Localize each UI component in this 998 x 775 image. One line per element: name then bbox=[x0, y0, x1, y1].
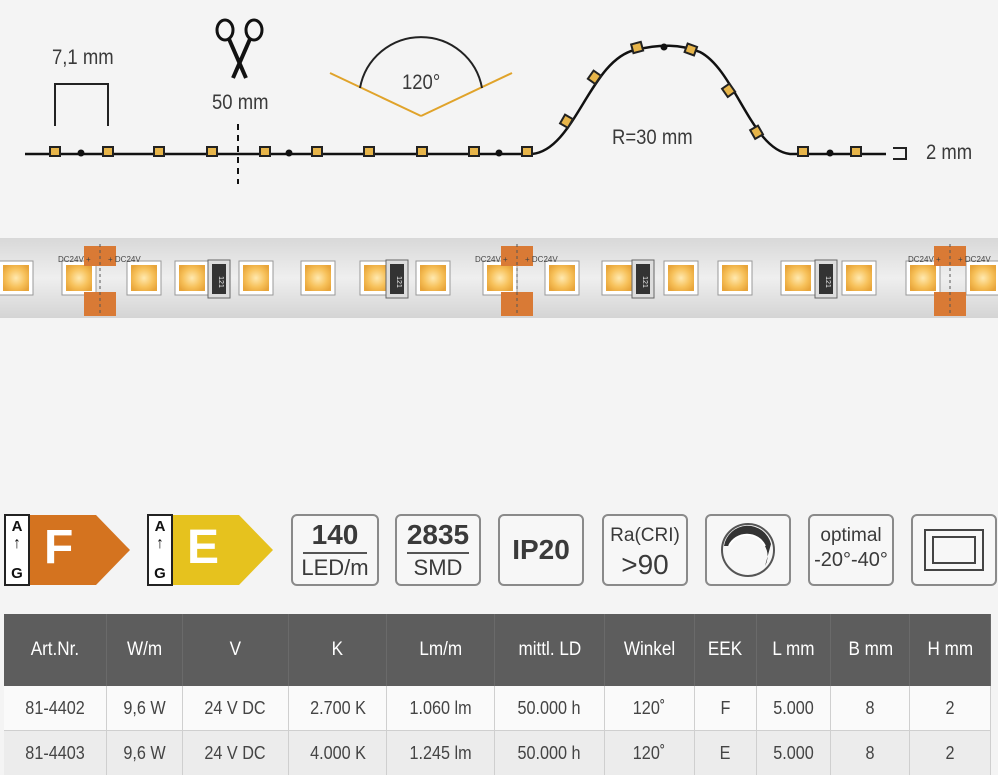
table-header: H mm bbox=[910, 614, 991, 686]
table-header: EEK bbox=[694, 614, 756, 686]
table-cell: 50.000 h bbox=[495, 686, 605, 731]
strip-diagram bbox=[0, 0, 998, 200]
led-emitter bbox=[668, 265, 694, 291]
led-emitter bbox=[3, 265, 29, 291]
table-cell: 9,6 W bbox=[107, 731, 182, 775]
led-strip-photo: 121 121 121 121 DC24V + + DC24V DC24V + + DC24V… bbox=[0, 238, 998, 318]
resistor-label: 121 bbox=[641, 276, 648, 288]
led-emitter bbox=[487, 265, 513, 291]
led-emitter bbox=[910, 265, 936, 291]
energy-class-e: E bbox=[187, 520, 219, 575]
led-emitter bbox=[243, 265, 269, 291]
angle-label: 120° bbox=[402, 71, 440, 95]
table-cell: 120˚ bbox=[604, 731, 694, 775]
table-cell: 2 bbox=[910, 731, 991, 775]
table-header: B mm bbox=[831, 614, 910, 686]
table-cell: 9,6 W bbox=[107, 686, 182, 731]
led-emitter bbox=[785, 265, 811, 291]
voltage-label: DC24V + bbox=[908, 255, 941, 264]
dimmable-badge bbox=[705, 514, 791, 586]
table-cell: 4.000 K bbox=[289, 731, 387, 775]
table-cell: 24 V DC bbox=[182, 731, 289, 775]
led-emitter bbox=[722, 265, 748, 291]
table-cell: 8 bbox=[831, 686, 910, 731]
voltage-label: + DC24V bbox=[958, 255, 991, 264]
energy-scale: A ↑ G bbox=[147, 514, 173, 586]
table-row: 81-4402 9,6 W 24 V DC 2.700 K 1.060 lm 5… bbox=[4, 686, 991, 731]
table-cell: 5.000 bbox=[756, 686, 831, 731]
table-cell: 2 bbox=[910, 686, 991, 731]
table-cell: 1.245 lm bbox=[386, 731, 494, 775]
voltage-label: DC24V + bbox=[58, 255, 91, 264]
table-header: mittl. LD bbox=[495, 614, 605, 686]
table-cell: 24 V DC bbox=[182, 686, 289, 731]
led-emitter bbox=[305, 265, 331, 291]
dimensions-badge bbox=[911, 514, 997, 586]
spec-table: Art.Nr. W/m V K Lm/m mittl. LD Winkel EE… bbox=[4, 614, 991, 775]
led-emitter bbox=[970, 265, 996, 291]
rectangle-icon bbox=[913, 516, 995, 584]
table-cell: 2.700 K bbox=[289, 686, 387, 731]
ip-rating-badge: IP20 bbox=[498, 514, 584, 586]
table-header-row: Art.Nr. W/m V K Lm/m mittl. LD Winkel EE… bbox=[4, 614, 991, 686]
table-header: Winkel bbox=[604, 614, 694, 686]
energy-class-f: F bbox=[44, 520, 73, 575]
led-emitter bbox=[606, 265, 632, 291]
resistor-label: 121 bbox=[217, 276, 224, 288]
table-header: W/m bbox=[107, 614, 182, 686]
table-cell: 120˚ bbox=[604, 686, 694, 731]
voltage-label: + DC24V bbox=[108, 255, 141, 264]
led-emitter bbox=[846, 265, 872, 291]
cut-label: 50 mm bbox=[212, 91, 268, 115]
height-bracket bbox=[893, 148, 906, 159]
led-density-badge: 140 LED/m bbox=[291, 514, 379, 586]
table-header: K bbox=[289, 614, 387, 686]
radius-label: R=30 mm bbox=[612, 126, 693, 150]
table-cell: 8 bbox=[831, 731, 910, 775]
table-cell: 81-4403 bbox=[4, 731, 107, 775]
temperature-badge: optimal -20°-40° bbox=[808, 514, 894, 586]
resistor-label: 121 bbox=[824, 276, 831, 288]
table-row: 81-4403 9,6 W 24 V DC 4.000 K 1.245 lm 5… bbox=[4, 731, 991, 775]
led-emitter bbox=[131, 265, 157, 291]
dimmer-icon bbox=[707, 516, 789, 584]
pitch-bracket bbox=[55, 84, 108, 126]
table-cell: 81-4402 bbox=[4, 686, 107, 731]
height-label: 2 mm bbox=[926, 141, 972, 165]
led-emitter bbox=[179, 265, 205, 291]
energy-label-f: A ↑ G F bbox=[4, 514, 132, 586]
bend-curve bbox=[532, 46, 886, 154]
smd-badge: 2835 SMD bbox=[395, 514, 481, 586]
table-cell: 1.060 lm bbox=[386, 686, 494, 731]
table-header: V bbox=[182, 614, 289, 686]
table-header: L mm bbox=[756, 614, 831, 686]
led-emitter bbox=[66, 265, 92, 291]
table-header: Lm/m bbox=[386, 614, 494, 686]
table-cell: F bbox=[694, 686, 756, 731]
table-cell: E bbox=[694, 731, 756, 775]
led-emitter bbox=[549, 265, 575, 291]
voltage-label: + DC24V bbox=[525, 255, 558, 264]
voltage-label: DC24V + bbox=[475, 255, 508, 264]
table-cell: 5.000 bbox=[756, 731, 831, 775]
table-cell: 50.000 h bbox=[495, 731, 605, 775]
energy-label-e: A ↑ G E bbox=[147, 514, 275, 586]
scissors-icon bbox=[217, 20, 262, 78]
energy-scale: A ↑ G bbox=[4, 514, 30, 586]
resistor-label: 121 bbox=[395, 276, 402, 288]
cri-badge: Ra(CRI) >90 bbox=[602, 514, 688, 586]
led-emitter bbox=[420, 265, 446, 291]
table-header: Art.Nr. bbox=[4, 614, 107, 686]
pitch-label: 7,1 mm bbox=[52, 46, 114, 70]
